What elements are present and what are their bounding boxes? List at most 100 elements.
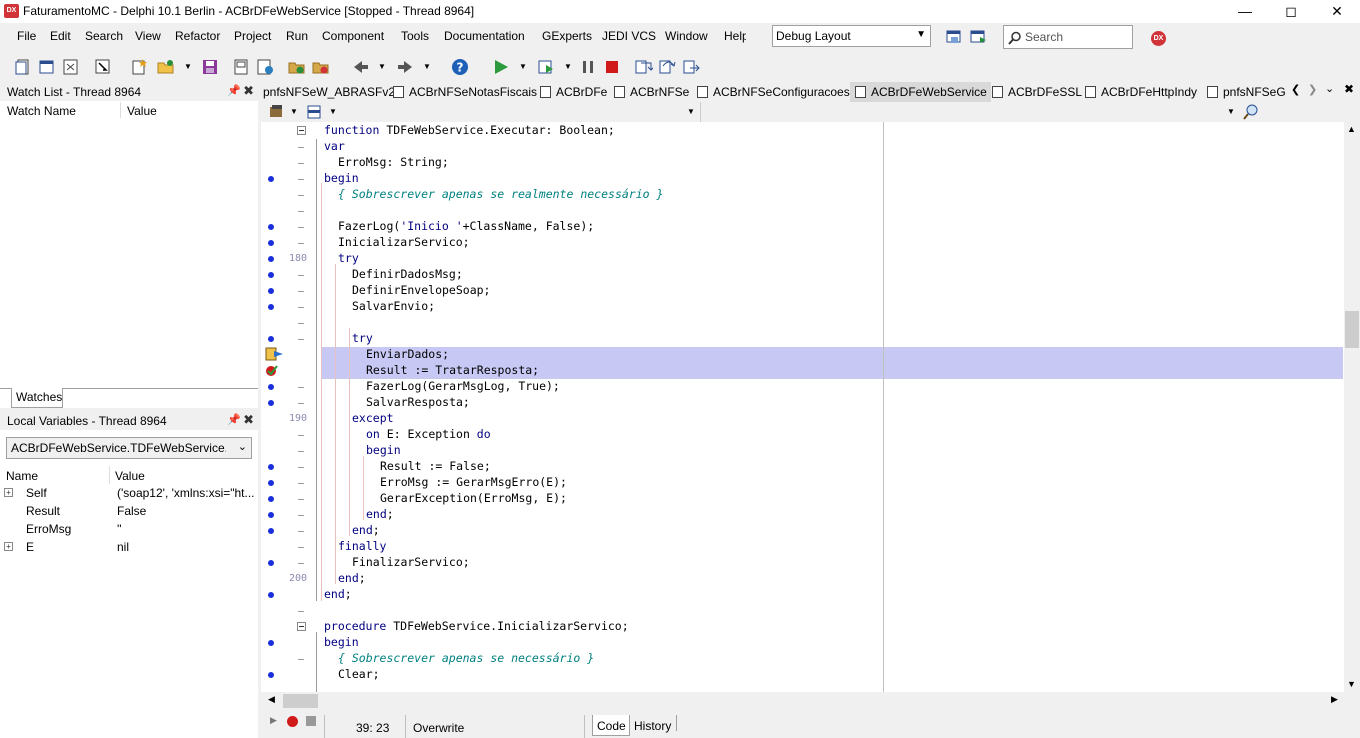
breakpoint-dot-icon[interactable] [268, 336, 274, 342]
menu-run[interactable]: Run [286, 29, 308, 43]
layout-selector[interactable]: Debug Layout ▼ [772, 25, 931, 47]
back-dropdown-icon[interactable]: ▼ [378, 62, 386, 71]
stack-frame-selector[interactable]: ACBrDFeWebService.TDFeWebService.Executa… [6, 437, 252, 459]
scroll-right-icon[interactable]: ▶ [1331, 694, 1338, 705]
pause-icon[interactable] [579, 58, 597, 76]
menu-search[interactable]: Search [85, 29, 123, 43]
close-icon[interactable]: ✕ [1314, 0, 1360, 23]
menu-tools[interactable]: Tools [401, 29, 429, 43]
tab-scroll-right-icon[interactable]: ❯ [1308, 83, 1317, 96]
toggle-form-unit-icon[interactable] [94, 58, 112, 76]
save-all-icon[interactable] [232, 58, 250, 76]
menu-documentation[interactable]: Documentation [444, 29, 525, 43]
watch-value-column[interactable]: Value [127, 104, 157, 118]
run-without-debug-icon[interactable] [537, 58, 555, 76]
breakpoint-dot-icon[interactable] [268, 272, 274, 278]
breakpoint-dot-icon[interactable] [268, 528, 274, 534]
breakpoint-dot-icon[interactable] [268, 288, 274, 294]
tab-code[interactable]: Code [592, 715, 630, 736]
back-icon[interactable] [352, 58, 370, 76]
run-to-cursor-icon[interactable] [683, 58, 701, 76]
fold-minus-icon[interactable] [297, 622, 307, 634]
menu-view[interactable]: View [135, 29, 161, 43]
menu-refactor[interactable]: Refactor [175, 29, 220, 43]
breakpoint-dot-icon[interactable] [268, 224, 274, 230]
vertical-scrollbar[interactable]: ▲ ▼ [1344, 122, 1360, 692]
close-icon[interactable]: ✖ [243, 83, 254, 99]
tab-watches[interactable]: Watches [11, 388, 63, 408]
menu-gexperts[interactable]: GExperts [542, 29, 592, 43]
forward-dropdown-icon[interactable]: ▼ [423, 62, 431, 71]
chevron-down-icon[interactable]: ▼ [1227, 107, 1235, 116]
forward-icon[interactable] [396, 58, 414, 76]
trace-into-icon[interactable] [635, 58, 653, 76]
breakpoint-dot-icon[interactable] [268, 560, 274, 566]
chevron-down-icon[interactable]: ▼ [329, 107, 337, 116]
new-items-icon[interactable] [130, 58, 148, 76]
breakpoint-dot-icon[interactable] [268, 384, 274, 390]
method-list-icon[interactable] [306, 104, 322, 120]
breakpoint-dot-icon[interactable] [268, 640, 274, 646]
expand-icon[interactable]: + [4, 488, 13, 497]
vertical-scroll-thumb[interactable] [1345, 311, 1359, 348]
table-row[interactable]: + E nil [0, 539, 258, 557]
run-without-debug-dropdown-icon[interactable]: ▼ [564, 62, 572, 71]
close-tab-icon[interactable]: ✖ [1344, 82, 1354, 96]
dx-logo-icon[interactable]: DX [1151, 31, 1166, 46]
run-dropdown-icon[interactable]: ▼ [519, 62, 527, 71]
scroll-down-icon[interactable]: ▼ [1347, 679, 1356, 689]
locals-value-column[interactable]: Value [115, 469, 145, 483]
add-to-project-icon[interactable] [288, 58, 306, 76]
open-dropdown-icon[interactable]: ▼ [184, 62, 192, 71]
watch-name-column[interactable]: Watch Name [7, 104, 76, 118]
close-icon[interactable]: ✖ [243, 412, 254, 428]
table-row[interactable]: Result False [0, 503, 258, 521]
expand-icon[interactable]: + [4, 542, 13, 551]
breakpoint-dot-icon[interactable] [268, 176, 274, 182]
breakpoint-dot-icon[interactable] [268, 480, 274, 486]
tab-scroll-left-icon[interactable]: ❮ [1291, 83, 1300, 96]
horizontal-scroll-thumb[interactable] [283, 694, 318, 708]
help-icon[interactable]: ? [451, 58, 469, 76]
breakpoint-dot-icon[interactable] [268, 672, 274, 678]
breakpoint-dot-icon[interactable] [268, 400, 274, 406]
tab-history[interactable]: History [634, 719, 671, 733]
scroll-up-icon[interactable]: ▲ [1347, 124, 1356, 134]
play-macro-icon[interactable]: ▶ [270, 715, 277, 726]
minimize-icon[interactable]: — [1222, 0, 1268, 23]
tab-acbrdfewebservice[interactable]: ACBrDFeWebService [850, 82, 991, 102]
set-debug-layout-icon[interactable] [970, 28, 988, 46]
remove-from-project-icon[interactable] [312, 58, 330, 76]
scroll-left-icon[interactable]: ◀ [268, 694, 275, 705]
menu-project[interactable]: Project [234, 29, 271, 43]
breakpoint-dot-icon[interactable] [268, 496, 274, 502]
record-macro-icon[interactable] [287, 716, 298, 727]
close-file-icon[interactable] [256, 58, 274, 76]
save-icon[interactable] [201, 58, 219, 76]
step-over-icon[interactable] [659, 58, 677, 76]
chevron-down-icon[interactable]: ▼ [687, 107, 695, 116]
menu-window[interactable]: Window [665, 29, 708, 43]
fold-minus-icon[interactable] [297, 126, 307, 138]
menu-component[interactable]: Component [322, 29, 384, 43]
table-row[interactable]: ErroMsg '' [0, 521, 258, 539]
new-unit-icon[interactable] [62, 58, 80, 76]
tab-list-icon[interactable]: ⌄ [1325, 82, 1334, 95]
search-input[interactable]: Search [1003, 25, 1133, 49]
breakpoint-dot-icon[interactable] [268, 512, 274, 518]
find-icon[interactable] [1242, 103, 1260, 121]
locals-name-column[interactable]: Name [6, 469, 38, 483]
table-row[interactable]: + Self ('soap12', 'xmlns:xsi="ht... [0, 485, 258, 503]
new-file-icon[interactable] [14, 58, 32, 76]
open-icon[interactable] [157, 58, 175, 76]
breakpoint-dot-icon[interactable] [268, 592, 274, 598]
class-browser-icon[interactable] [268, 104, 286, 120]
pin-icon[interactable]: 📌 [227, 413, 241, 426]
stop-macro-icon[interactable] [306, 716, 316, 726]
menu-help[interactable]: Help [724, 29, 746, 43]
menu-file[interactable]: File [17, 29, 36, 43]
horizontal-scrollbar[interactable]: ◀ ▶ [261, 692, 1344, 710]
save-layout-icon[interactable] [945, 28, 963, 46]
breakpoint-dot-icon[interactable] [268, 464, 274, 470]
chevron-down-icon[interactable]: ▼ [290, 107, 298, 116]
